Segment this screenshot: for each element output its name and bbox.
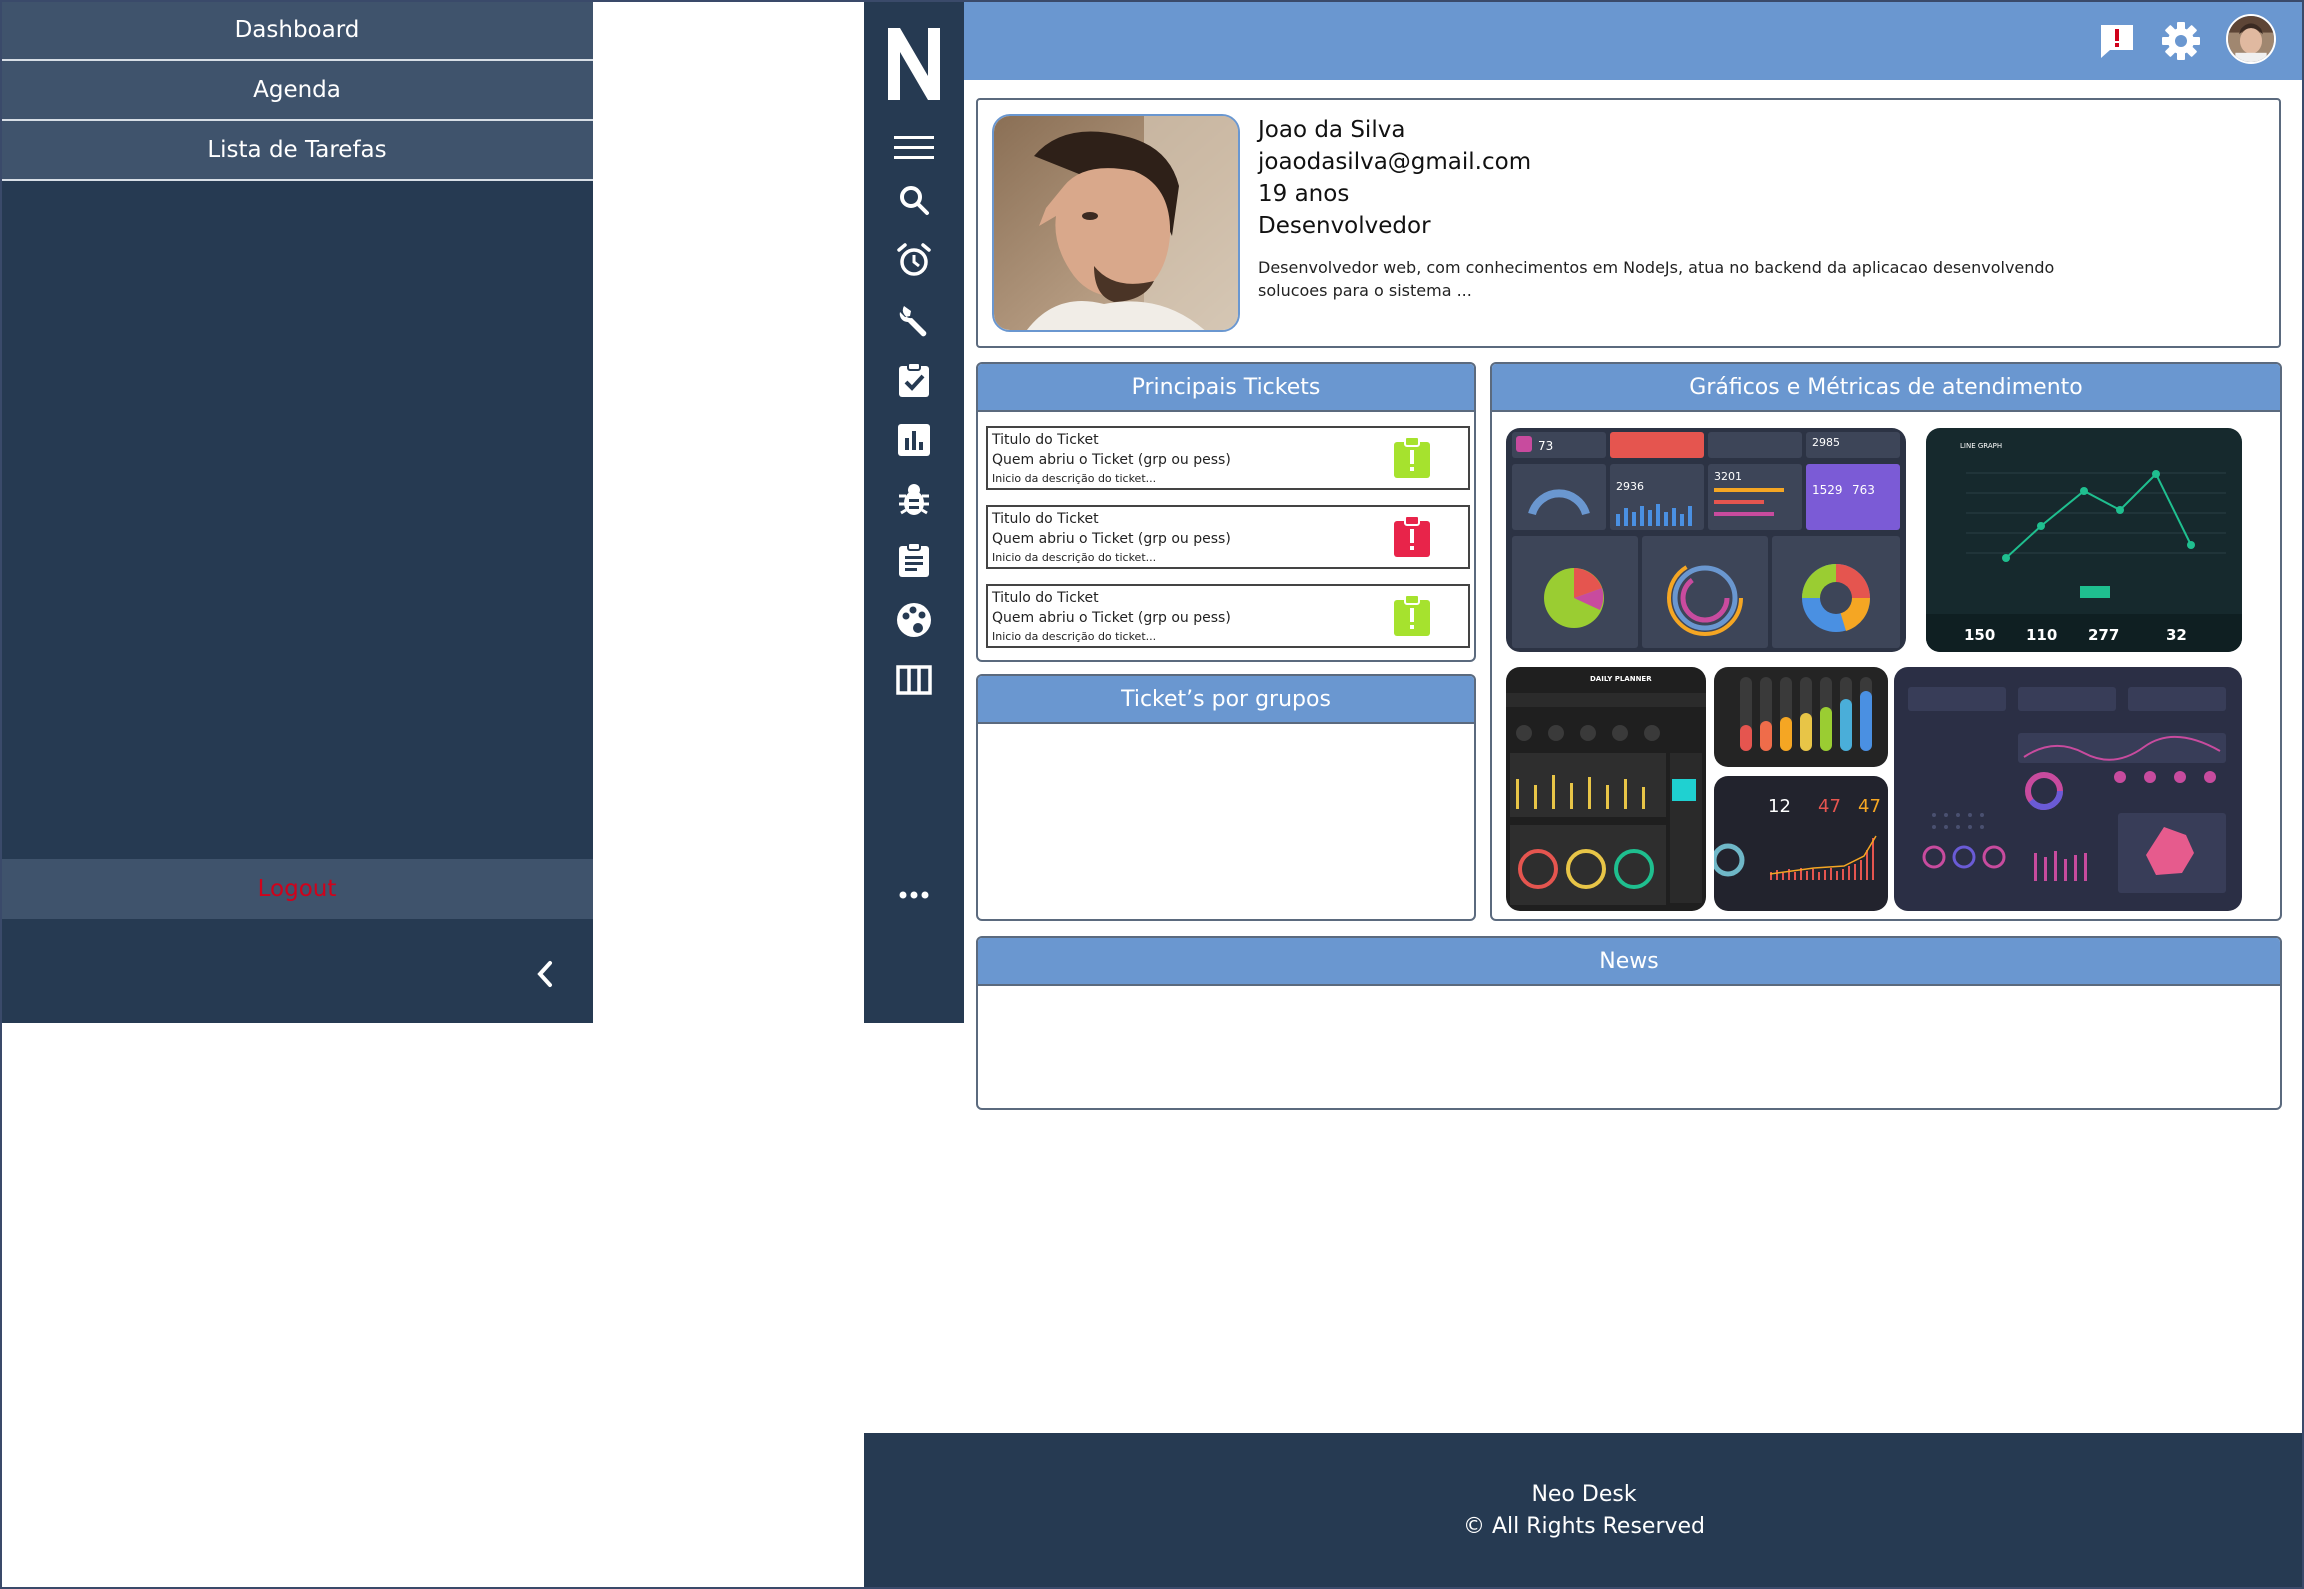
ticket-opened-by: Quem abriu o Ticket (grp ou pess) (992, 452, 1231, 468)
ticket-card[interactable]: Titulo do Ticket Quem abriu o Ticket (gr… (986, 426, 1470, 490)
feedback-alert-icon[interactable] (2094, 18, 2140, 64)
profile-name: Joao da Silva (1258, 117, 1406, 143)
ticket-description: Inicio da descrição do ticket... (992, 472, 1157, 485)
ticket-opened-by: Quem abriu o Ticket (grp ou pess) (992, 610, 1231, 626)
dash-stat-c: 2936 (1616, 480, 1644, 493)
side-drawer: Dashboard Agenda Lista de Tarefas Logout (1, 1, 593, 1023)
drawer-item-dashboard[interactable]: Dashboard (1, 1, 593, 61)
ticket-card[interactable]: Titulo do Ticket Quem abriu o Ticket (gr… (986, 505, 1470, 569)
footer-copyright: © All Rights Reserved (1462, 1514, 1706, 1539)
dash-stat-d: 3201 (1714, 470, 1742, 483)
ticket-opened-by: Quem abriu o Ticket (grp ou pess) (992, 531, 1231, 547)
wrench-icon[interactable] (894, 300, 934, 340)
drawer-item-agenda[interactable]: Agenda (1, 61, 593, 121)
line-stat: 110 (2026, 626, 2057, 644)
news-panel: News (976, 936, 2282, 1110)
stats-thumbnail[interactable]: 12 47 47 (1714, 776, 1888, 911)
panel-title: Ticket’s por grupos (978, 676, 1474, 724)
ticket-title: Titulo do Ticket (992, 511, 1099, 527)
dashboard-thumbnail[interactable]: 73 2985 2936 3201 1529 763 (1506, 428, 1906, 652)
dash-stat-b: 2985 (1812, 436, 1840, 449)
line-stat: 32 (2166, 626, 2187, 644)
logout-button[interactable]: Logout (1, 859, 593, 919)
panel-title: Principais Tickets (978, 364, 1474, 412)
line-graph-thumbnail[interactable]: LINE GRAPH 150 110 277 32 (1926, 428, 2242, 652)
profile-description: Desenvolvedor web, com conhecimentos em … (1258, 258, 2055, 300)
profile-role: Desenvolvedor (1258, 213, 1431, 239)
ticket-title: Titulo do Ticket (992, 590, 1099, 606)
ticket-description: Inicio da descrição do ticket... (992, 551, 1157, 564)
ticket-card[interactable]: Titulo do Ticket Quem abriu o Ticket (gr… (986, 584, 1470, 648)
search-icon[interactable] (894, 180, 934, 220)
dash-stat-e: 1529 (1812, 483, 1843, 497)
footer-brand: Neo Desk (1531, 1482, 1637, 1507)
metrics-panel: Gráficos e Métricas de atendimento 73 29… (1490, 362, 2282, 921)
ticket-status-icon (1392, 436, 1432, 480)
menu-icon[interactable] (894, 128, 934, 168)
bug-icon[interactable] (894, 480, 934, 520)
ticket-description: Inicio da descrição do ticket... (992, 630, 1157, 643)
columns-icon[interactable] (894, 660, 934, 700)
more-icon[interactable] (894, 875, 934, 915)
profile-card: Joao da Silva joaodasilva@gmail.com 19 a… (976, 98, 2281, 348)
dash-stat-f: 763 (1852, 483, 1875, 497)
profile-email: joaodasilva@gmail.com (1258, 149, 1532, 175)
daily-planner-thumbnail[interactable]: DAILY PLANNER (1506, 667, 1706, 911)
ticket-title: Titulo do Ticket (992, 432, 1099, 448)
panel-title: News (978, 938, 2280, 986)
analytics-thumbnail[interactable] (1894, 667, 2242, 911)
dash-stat-a: 73 (1538, 439, 1553, 453)
alarm-icon[interactable] (894, 240, 934, 280)
app-logo[interactable] (884, 24, 944, 104)
task-check-icon[interactable] (894, 360, 934, 400)
svg-text:LINE GRAPH: LINE GRAPH (1960, 442, 2002, 450)
ticket-status-icon (1392, 515, 1432, 559)
avatar[interactable] (2226, 14, 2276, 64)
palette-icon[interactable] (894, 600, 934, 640)
gear-icon[interactable] (2158, 18, 2204, 64)
drawer-item-task-list[interactable]: Lista de Tarefas (1, 121, 593, 181)
line-stat: 277 (2088, 626, 2119, 644)
tickets-by-group-panel: Ticket’s por grupos (976, 674, 1476, 921)
top-header (964, 0, 2304, 80)
small-stat: 47 (1818, 796, 1841, 817)
bar-chart-thumbnail[interactable] (1714, 667, 1888, 767)
line-stat: 150 (1964, 626, 1995, 644)
planner-title: DAILY PLANNER (1590, 675, 1652, 683)
footer: Neo Desk © All Rights Reserved (864, 1433, 2304, 1589)
bar-chart-icon[interactable] (894, 420, 934, 460)
main-tickets-panel: Principais Tickets Titulo do Ticket Quem… (976, 362, 1476, 662)
icon-rail (864, 0, 964, 1023)
small-stat: 47 (1858, 796, 1881, 817)
small-stat: 12 (1768, 796, 1791, 817)
profile-age: 19 anos (1258, 181, 1350, 207)
ticket-status-icon (1392, 594, 1432, 638)
chevron-left-icon[interactable] (529, 956, 561, 992)
panel-title: Gráficos e Métricas de atendimento (1492, 364, 2280, 412)
clipboard-icon[interactable] (894, 540, 934, 580)
profile-photo (992, 114, 1240, 332)
